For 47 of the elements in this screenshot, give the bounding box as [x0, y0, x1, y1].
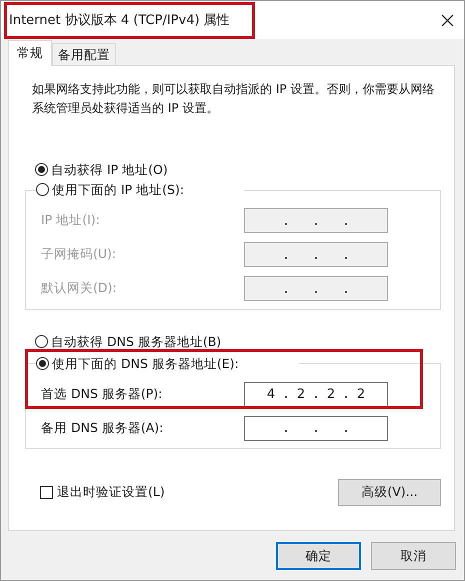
- octet-value: 2: [326, 386, 336, 402]
- ip-address-field[interactable]: [244, 276, 388, 301]
- octet-value: 4: [266, 386, 276, 402]
- octet-separator: [285, 290, 287, 292]
- octet-separator: [285, 256, 287, 258]
- field-label: 备用 DNS 服务器(A):: [41, 420, 164, 436]
- radio-label[interactable]: 自动获得 DNS 服务器地址(B): [51, 334, 222, 350]
- ip-address-field[interactable]: 4 2 2 2: [244, 382, 388, 406]
- octet-separator: [345, 430, 347, 432]
- description-text: 如果网络支持此功能，则可以获取自动指派的 IP 设置。否则，你需要从网络系统管理员处获得适当的 IP 设置。: [31, 81, 436, 117]
- octet-value: 2: [356, 386, 366, 402]
- checkbox-label[interactable]: 退出时验证设置(L): [57, 484, 165, 501]
- octet-separator: [315, 396, 317, 398]
- radio-button[interactable]: [36, 183, 49, 196]
- octet-separator: [315, 222, 317, 224]
- octet-value: 2: [296, 386, 306, 402]
- window-title: Internet 协议版本 4 (TCP/IPv4) 属性: [9, 12, 231, 29]
- octet-separator: [345, 290, 347, 292]
- octet-separator: [315, 290, 317, 292]
- radio-button[interactable]: [36, 357, 49, 370]
- octet-separator: [345, 396, 347, 398]
- ip-address-field[interactable]: [244, 242, 388, 267]
- tab[interactable]: 备用配置: [52, 43, 116, 65]
- octet-separator: [345, 256, 347, 258]
- field-label: 首选 DNS 服务器(P):: [41, 386, 164, 402]
- checkbox[interactable]: [40, 486, 53, 499]
- radio-label[interactable]: 使用下面的 DNS 服务器地址(E):: [52, 356, 239, 372]
- octet-separator: [285, 430, 287, 432]
- octet-separator: [285, 222, 287, 224]
- field-label: 子网掩码(U):: [41, 246, 118, 263]
- dialog-button[interactable]: 确定: [276, 542, 361, 570]
- radio-label[interactable]: 自动获得 IP 地址(O): [51, 162, 168, 178]
- field-label: 默认网关(D):: [41, 280, 118, 297]
- radio-button[interactable]: [35, 335, 48, 348]
- radio-button[interactable]: [35, 163, 48, 176]
- octet-separator: [315, 256, 317, 258]
- octet-separator: [315, 430, 317, 432]
- ip-address-field[interactable]: [244, 416, 388, 440]
- radio-label[interactable]: 使用下面的 IP 地址(S):: [52, 182, 184, 198]
- octet-separator: [285, 396, 287, 398]
- octet-separator: [345, 222, 347, 224]
- dialog-button[interactable]: 取消: [371, 542, 456, 570]
- ip-address-field[interactable]: [244, 208, 388, 233]
- field-label: IP 地址(I):: [41, 212, 101, 229]
- close-icon[interactable]: [441, 14, 454, 26]
- advanced-button[interactable]: 高级(V)...: [338, 479, 441, 506]
- tab[interactable]: 常规: [8, 40, 52, 66]
